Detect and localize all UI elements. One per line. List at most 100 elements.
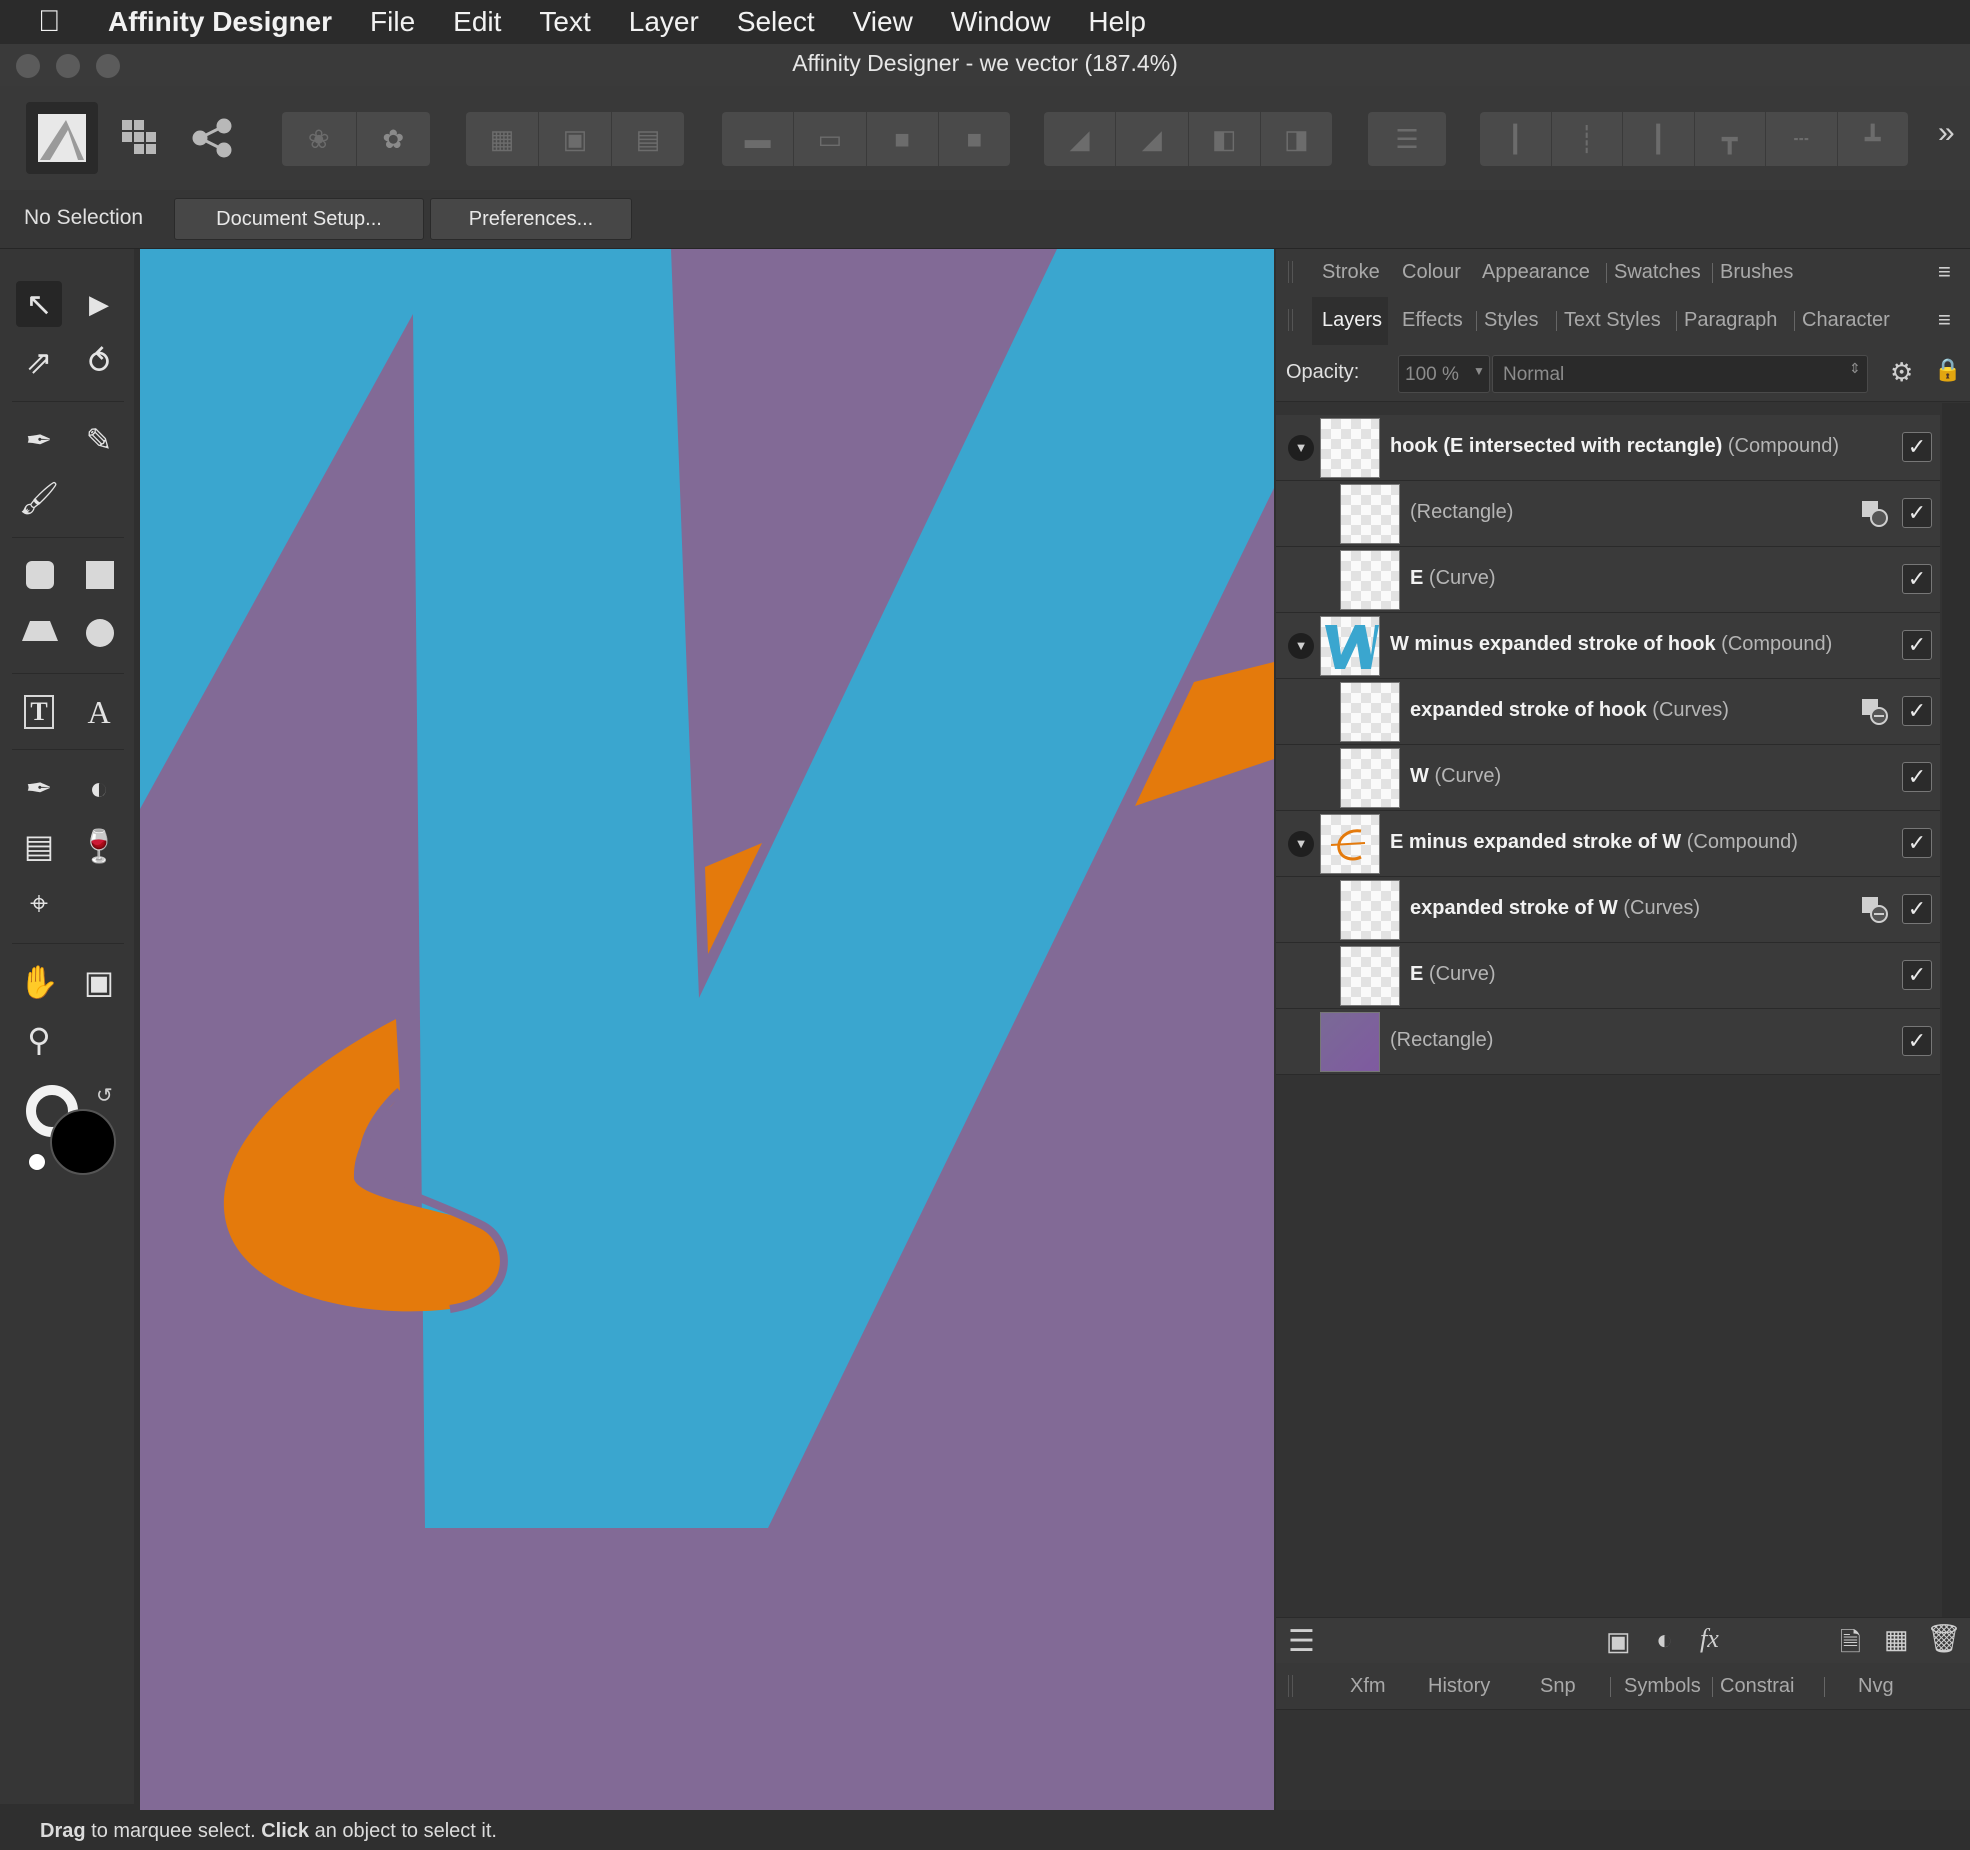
visibility-checkbox[interactable]: ✓ bbox=[1902, 630, 1932, 660]
grip-icon[interactable] bbox=[1288, 261, 1293, 283]
align-left-button[interactable]: ┃ bbox=[1480, 112, 1552, 166]
arrange-front-button[interactable]: ■ bbox=[939, 112, 1010, 166]
menu-text[interactable]: Text bbox=[539, 6, 590, 38]
tab-colour[interactable]: Colour bbox=[1402, 261, 1461, 284]
expand-triangle-icon[interactable]: ▼ bbox=[1288, 633, 1314, 659]
trash-icon[interactable]: 🗑 bbox=[1926, 1622, 1962, 1655]
align-middle-button[interactable]: ┄ bbox=[1766, 112, 1838, 166]
arrange-forward-button[interactable]: ■ bbox=[867, 112, 939, 166]
blend-mode-select[interactable]: Normal ⇕ bbox=[1492, 355, 1868, 393]
vector-brush-tool-icon[interactable]: 🖌 bbox=[16, 475, 62, 521]
tab-styles[interactable]: Styles bbox=[1484, 309, 1538, 332]
no-color-icon[interactable] bbox=[28, 1153, 46, 1171]
visibility-checkbox[interactable]: ✓ bbox=[1902, 1026, 1932, 1056]
menu-app-name[interactable]: Affinity Designer bbox=[108, 6, 332, 38]
toolbar-overflow-icon[interactable]: » bbox=[1938, 116, 1955, 150]
opacity-field[interactable]: 100 % ▼ bbox=[1398, 355, 1490, 393]
flip-horizontal-button[interactable]: ◢ bbox=[1044, 112, 1117, 166]
tab-snapping[interactable]: Snp bbox=[1540, 1675, 1576, 1698]
align-bottom-button[interactable]: ┻ bbox=[1838, 112, 1909, 166]
visibility-checkbox[interactable]: ✓ bbox=[1902, 762, 1932, 792]
align-button[interactable]: ☰ bbox=[1368, 112, 1446, 166]
menu-layer[interactable]: Layer bbox=[629, 6, 699, 38]
visibility-checkbox[interactable]: ✓ bbox=[1902, 960, 1932, 990]
tab-character[interactable]: Character bbox=[1802, 309, 1890, 332]
pen-tool-icon[interactable]: ✒ bbox=[16, 417, 62, 463]
export-persona-button[interactable] bbox=[190, 116, 234, 160]
fill-tool-icon[interactable]: ◐ bbox=[76, 765, 122, 811]
expand-triangle-icon[interactable]: ▼ bbox=[1288, 831, 1314, 857]
point-transform-tool-icon[interactable]: ⇗ bbox=[16, 339, 62, 385]
tab-brushes[interactable]: Brushes bbox=[1720, 261, 1793, 284]
visibility-checkbox[interactable]: ✓ bbox=[1902, 696, 1932, 726]
visibility-checkbox[interactable]: ✓ bbox=[1902, 432, 1932, 462]
layer-row[interactable]: expanded stroke of hook (Curves) ✓ bbox=[1276, 679, 1940, 745]
tab-paragraph[interactable]: Paragraph bbox=[1684, 309, 1777, 332]
insert-target-button[interactable]: ❀ bbox=[282, 112, 357, 166]
trapezoid-tool-icon[interactable] bbox=[22, 621, 58, 641]
grid-snap-button[interactable]: ▦ bbox=[466, 112, 539, 166]
menu-help[interactable]: Help bbox=[1088, 6, 1146, 38]
layers-scrollbar[interactable] bbox=[1942, 403, 1970, 1617]
panel-menu-icon[interactable]: ≡ bbox=[1938, 259, 1951, 285]
subtract-mode-icon[interactable] bbox=[1860, 895, 1888, 923]
view-hand-tool-icon[interactable]: ✋ bbox=[16, 959, 62, 1005]
rotate-right-button[interactable]: ◨ bbox=[1261, 112, 1332, 166]
lock-icon[interactable]: 🔒 bbox=[1934, 357, 1961, 383]
tab-layers[interactable]: Layers bbox=[1322, 309, 1382, 332]
apple-icon[interactable]:  bbox=[38, 5, 78, 39]
new-pixel-layer-icon[interactable]: ▦ bbox=[1884, 1624, 1909, 1655]
tab-effects[interactable]: Effects bbox=[1402, 309, 1463, 332]
fx-icon[interactable]: fx bbox=[1700, 1624, 1719, 1654]
visibility-checkbox[interactable]: ✓ bbox=[1902, 828, 1932, 858]
gear-icon[interactable]: ⚙ bbox=[1890, 357, 1913, 388]
align-center-button[interactable]: ┊ bbox=[1552, 112, 1623, 166]
crop-tool-icon[interactable]: ⌖ bbox=[16, 881, 62, 927]
rounded-rectangle-tool-icon[interactable] bbox=[26, 561, 54, 589]
intersect-mode-icon[interactable] bbox=[1860, 499, 1888, 527]
rectangle-tool-icon[interactable] bbox=[86, 561, 114, 589]
node-tool-icon[interactable]: ▶ bbox=[76, 281, 122, 327]
swap-colors-icon[interactable]: ↺ bbox=[96, 1083, 113, 1108]
arrange-backward-button[interactable]: ▭ bbox=[794, 112, 867, 166]
layers-stack-icon[interactable]: ☰ bbox=[1288, 1624, 1315, 1659]
tab-history[interactable]: History bbox=[1428, 1675, 1490, 1698]
panel-menu-icon[interactable]: ≡ bbox=[1938, 307, 1951, 333]
menu-view[interactable]: View bbox=[853, 6, 913, 38]
place-image-tool-icon[interactable]: ▤ bbox=[16, 823, 62, 869]
arrange-back-button[interactable]: ▬ bbox=[722, 112, 795, 166]
grip-icon[interactable] bbox=[1288, 309, 1293, 331]
new-layer-icon[interactable]: 🗎 bbox=[1840, 1624, 1861, 1668]
color-picker-tool-icon[interactable]: ✒ bbox=[16, 765, 62, 811]
menu-select[interactable]: Select bbox=[737, 6, 815, 38]
layer-row[interactable]: ▼ E minus expanded stroke of W (Compound… bbox=[1276, 811, 1940, 877]
menu-edit[interactable]: Edit bbox=[453, 6, 501, 38]
tab-transform[interactable]: Xfm bbox=[1350, 1675, 1386, 1698]
subtract-mode-icon[interactable] bbox=[1860, 697, 1888, 725]
flip-vertical-button[interactable]: ◢ bbox=[1116, 112, 1189, 166]
corner-tool-icon[interactable]: ⥀ bbox=[76, 339, 122, 385]
layer-row[interactable]: E (Curve) ✓ bbox=[1276, 547, 1940, 613]
align-right-button[interactable]: ┃ bbox=[1623, 112, 1695, 166]
pencil-tool-icon[interactable]: ✎ bbox=[76, 417, 122, 463]
mask-icon[interactable]: ▣ bbox=[1606, 1626, 1631, 1657]
tab-navigator[interactable]: Nvg bbox=[1858, 1675, 1894, 1698]
tab-constraints[interactable]: Constrai bbox=[1720, 1675, 1794, 1698]
menu-window[interactable]: Window bbox=[951, 6, 1051, 38]
grip-icon[interactable] bbox=[1288, 1675, 1293, 1697]
expand-triangle-icon[interactable]: ▼ bbox=[1288, 435, 1314, 461]
visibility-checkbox[interactable]: ✓ bbox=[1902, 498, 1932, 528]
fill-color-swatch[interactable] bbox=[50, 1109, 116, 1175]
artboard-tool-icon[interactable]: ▣ bbox=[76, 959, 122, 1005]
layer-row[interactable]: ▼ W minus expanded stroke of hook (Compo… bbox=[1276, 613, 1940, 679]
tab-symbols[interactable]: Symbols bbox=[1624, 1675, 1701, 1698]
artistic-text-tool-icon[interactable]: A bbox=[76, 689, 122, 735]
tab-appearance[interactable]: Appearance bbox=[1482, 261, 1590, 284]
layer-row[interactable]: E (Curve) ✓ bbox=[1276, 943, 1940, 1009]
document-setup-button[interactable]: Document Setup... bbox=[174, 198, 424, 240]
layer-row[interactable]: expanded stroke of W (Curves) ✓ bbox=[1276, 877, 1940, 943]
visibility-checkbox[interactable]: ✓ bbox=[1902, 564, 1932, 594]
layer-row[interactable]: (Rectangle) ✓ bbox=[1276, 1009, 1940, 1075]
rotate-left-button[interactable]: ◧ bbox=[1189, 112, 1261, 166]
move-tool-icon[interactable]: ↖ bbox=[16, 281, 62, 327]
